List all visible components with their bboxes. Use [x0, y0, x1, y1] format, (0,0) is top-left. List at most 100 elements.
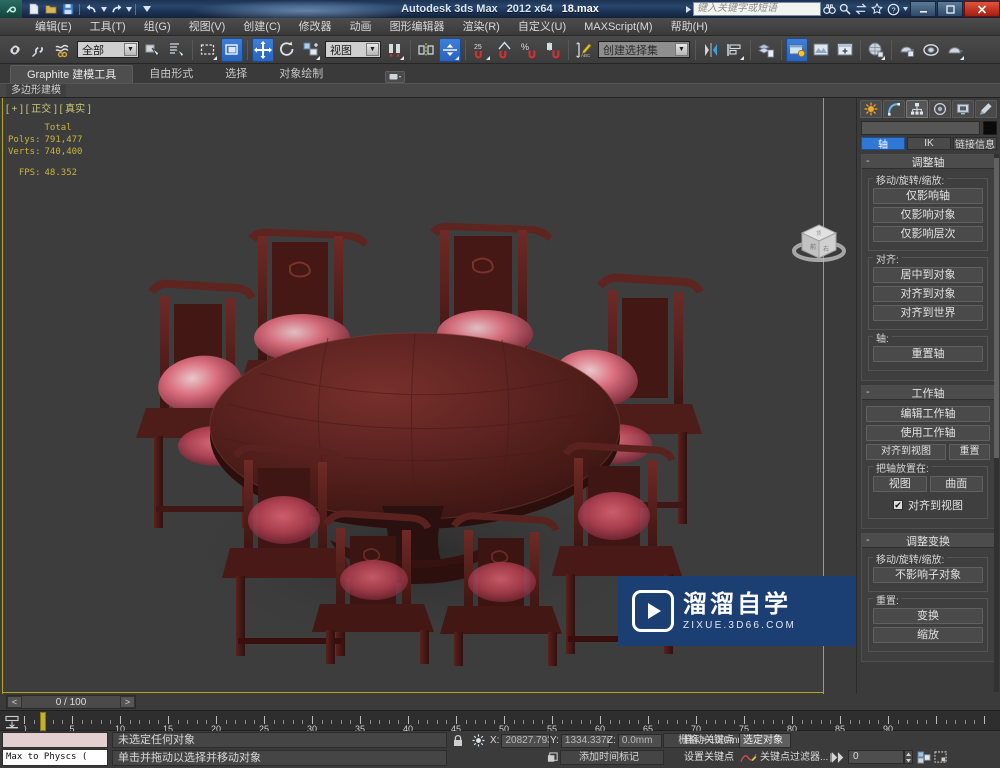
- scale-flyout-corner-icon[interactable]: [316, 55, 320, 60]
- prev-frame-button[interactable]: <: [7, 696, 22, 708]
- menu-item-animation[interactable]: 动画: [341, 18, 381, 36]
- percent-snap-toggle-icon[interactable]: %: [518, 38, 540, 62]
- affect-pivot-only-button[interactable]: 仅影响轴: [873, 188, 983, 204]
- rectangular-selection-region-icon[interactable]: [197, 38, 219, 62]
- auto-key-button[interactable]: 自动关键点: [684, 733, 734, 748]
- infocenter-arrow-icon[interactable]: [683, 1, 693, 17]
- select-link-icon[interactable]: [4, 38, 26, 62]
- reset-transform-button[interactable]: 变换: [873, 608, 983, 624]
- menu-item-customize[interactable]: 自定义(U): [509, 18, 575, 36]
- material-editor-icon[interactable]: [865, 38, 887, 62]
- align-icon[interactable]: [439, 37, 461, 62]
- favorite-star-icon[interactable]: [869, 1, 885, 17]
- menu-item-graph-editors[interactable]: 图形编辑器: [381, 18, 454, 36]
- undo-icon[interactable]: [83, 2, 99, 17]
- menu-item-help[interactable]: 帮助(H): [662, 18, 717, 36]
- object-name-field[interactable]: [861, 121, 980, 135]
- command-panel-scroll-thumb[interactable]: [994, 158, 999, 458]
- hierarchy-tab[interactable]: [906, 100, 928, 118]
- ribbon-tab-object-paint[interactable]: 对象绘制: [263, 65, 339, 83]
- named-selection-set-combo[interactable]: 创建选择集 ▼: [598, 41, 690, 58]
- undo-dropdown-icon[interactable]: [100, 2, 107, 17]
- reset-pivot-button[interactable]: 重置轴: [873, 346, 983, 362]
- coord-z-field[interactable]: 0.0mm: [617, 733, 662, 748]
- render-frame-window-icon[interactable]: [810, 38, 832, 62]
- flyout-corner-icon[interactable]: [213, 55, 217, 60]
- edit-working-pivot-button[interactable]: 编辑工作轴: [866, 406, 990, 422]
- align-flyout-corner-icon[interactable]: [455, 55, 459, 60]
- binoculars-icon[interactable]: [821, 1, 837, 17]
- use-working-pivot-button[interactable]: 使用工作轴: [866, 425, 990, 441]
- rendered-frame-icon[interactable]: [834, 38, 856, 62]
- select-and-uniform-scale-icon[interactable]: [300, 38, 322, 62]
- menu-item-create[interactable]: 创建(C): [234, 18, 289, 36]
- absolute-relative-transform-icon[interactable]: [470, 733, 486, 748]
- key-filters-curve-icon[interactable]: [740, 751, 758, 764]
- align-objs-flyout-corner-icon[interactable]: [740, 55, 744, 60]
- rollout-collapse-icon-3[interactable]: -: [866, 534, 870, 547]
- render-iterative-icon[interactable]: [920, 38, 942, 62]
- view-cube-icon[interactable]: 前 右 顶: [790, 213, 848, 271]
- menu-item-rendering[interactable]: 渲染(R): [454, 18, 509, 36]
- subtab-pivot[interactable]: 轴: [861, 137, 905, 151]
- select-by-name-icon[interactable]: [166, 38, 188, 62]
- angle-snap-toggle-icon[interactable]: [494, 38, 516, 62]
- time-config-icon[interactable]: [933, 750, 949, 764]
- search-input[interactable]: 键入关键字或短语: [693, 2, 821, 16]
- rollout-header-adjust-transform[interactable]: - 调整变换: [862, 534, 994, 548]
- menu-item-tools[interactable]: 工具(T): [81, 18, 135, 36]
- maxscript-mini-listener-output[interactable]: Max to Physcs (: [2, 749, 108, 766]
- ribbon-tab-freeform[interactable]: 自由形式: [133, 65, 209, 83]
- menu-item-views[interactable]: 视图(V): [180, 18, 235, 36]
- rollout-header-working-pivot[interactable]: - 工作轴: [862, 386, 994, 400]
- dont-affect-children-button[interactable]: 不影响子对象: [873, 567, 983, 583]
- reference-coordinate-combo[interactable]: 视图 ▼: [325, 41, 381, 58]
- ribbon-tab-selection[interactable]: 选择: [209, 65, 263, 83]
- align-to-world-button[interactable]: 对齐到世界: [873, 305, 983, 321]
- new-file-icon[interactable]: [26, 2, 42, 17]
- mirror-selected-icon[interactable]: [700, 38, 722, 62]
- search-icon[interactable]: [837, 1, 853, 17]
- use-pivot-center-icon[interactable]: [384, 38, 406, 62]
- select-and-rotate-icon[interactable]: [276, 38, 298, 62]
- layer-manager-icon[interactable]: [755, 38, 777, 62]
- select-object-icon[interactable]: [142, 38, 164, 62]
- align-objects-icon[interactable]: [724, 38, 746, 62]
- goto-start-icon[interactable]: [829, 750, 845, 764]
- render-production-icon[interactable]: [896, 38, 918, 62]
- exchange-icon[interactable]: [853, 1, 869, 17]
- ribbon-minimize-icon[interactable]: [385, 71, 406, 83]
- maxscript-mini-listener-input[interactable]: [2, 732, 108, 748]
- create-tab[interactable]: [860, 100, 882, 118]
- selection-filter-combo[interactable]: 全部 ▼: [77, 41, 139, 58]
- bind-to-spacewarp-icon[interactable]: [52, 38, 74, 62]
- menu-item-maxscript[interactable]: MAXScript(M): [575, 18, 661, 36]
- viewport-perspective[interactable]: [ + ] [ 正交 ] [ 真实 ] Total Polys: 791,477…: [0, 98, 856, 694]
- object-color-swatch[interactable]: [983, 121, 997, 135]
- spinner-snap-toggle-icon[interactable]: [542, 38, 564, 62]
- activeshade-flyout-corner-icon[interactable]: [960, 55, 964, 60]
- coord-x-field[interactable]: 20827.793: [501, 733, 551, 748]
- modify-tab[interactable]: [883, 100, 905, 118]
- add-time-tag-text[interactable]: 添加时间标记: [560, 750, 664, 765]
- ribbon-panel-polygon-modeling[interactable]: 多边形建模: [6, 84, 66, 97]
- close-button[interactable]: [964, 1, 1000, 17]
- current-frame-input[interactable]: 0: [848, 750, 904, 764]
- render-setup-icon[interactable]: [786, 37, 808, 62]
- nss-chevron-down-icon[interactable]: ▼: [675, 43, 688, 56]
- snaps-toggle-icon[interactable]: 25: [470, 38, 492, 62]
- menu-item-edit[interactable]: 编辑(E): [26, 18, 81, 36]
- display-tab[interactable]: [952, 100, 974, 118]
- align-to-view-button[interactable]: 对齐到视图: [866, 444, 946, 460]
- rollout-collapse-icon[interactable]: -: [866, 155, 870, 168]
- subtab-link-info[interactable]: 链接信息: [953, 137, 997, 151]
- reset-working-pivot-button[interactable]: 重置: [949, 444, 990, 460]
- edit-named-selection-icon[interactable]: ABC: [573, 38, 595, 62]
- snaps-flyout-corner-icon[interactable]: [486, 55, 490, 60]
- app-logo-icon[interactable]: [0, 0, 22, 18]
- select-and-move-icon[interactable]: [252, 37, 274, 62]
- time-playhead[interactable]: [40, 712, 46, 731]
- coord-chevron-down-icon[interactable]: ▼: [366, 43, 379, 56]
- maximize-button[interactable]: [937, 1, 963, 17]
- help-icon[interactable]: ?: [885, 1, 901, 17]
